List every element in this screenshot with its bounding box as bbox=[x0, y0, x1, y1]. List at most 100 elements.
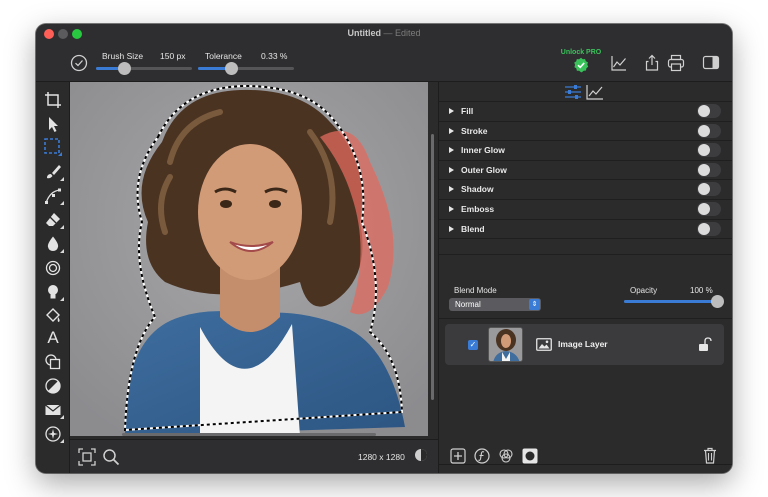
fill-bucket-tool[interactable] bbox=[42, 306, 64, 326]
mask-icon[interactable] bbox=[522, 448, 538, 464]
brush-size-label: Brush Size bbox=[102, 51, 144, 61]
print-icon[interactable] bbox=[667, 54, 685, 72]
effect-toggle-knob bbox=[698, 163, 710, 176]
tolerance-slider[interactable] bbox=[198, 62, 294, 75]
effect-label: Outer Glow bbox=[461, 164, 507, 175]
unlock-pro-button[interactable]: Unlock PRO bbox=[560, 49, 602, 78]
opacity-slider[interactable] bbox=[624, 295, 724, 308]
function-icon[interactable] bbox=[474, 448, 490, 464]
shapes-tool[interactable] bbox=[42, 352, 64, 372]
adjustments-tab-icon[interactable] bbox=[564, 84, 582, 100]
pointer-tool[interactable] bbox=[42, 114, 64, 134]
magic-tool[interactable] bbox=[42, 424, 64, 444]
effect-toggle-knob bbox=[698, 124, 710, 137]
brush-tool[interactable] bbox=[42, 162, 64, 182]
canvas-area[interactable] bbox=[70, 82, 438, 439]
brush-size-slider[interactable] bbox=[96, 62, 192, 75]
effect-label: Inner Glow bbox=[461, 145, 505, 156]
mail-tool-corner bbox=[60, 415, 64, 419]
effect-toggle[interactable] bbox=[697, 221, 721, 236]
effect-toggle[interactable] bbox=[697, 182, 721, 197]
disclosure-triangle-icon[interactable] bbox=[449, 147, 454, 154]
disclosure-triangle-icon[interactable] bbox=[449, 166, 454, 173]
disclosure-triangle-icon[interactable] bbox=[449, 127, 454, 134]
blur-tool[interactable] bbox=[42, 258, 64, 278]
image-layer-icon bbox=[536, 338, 552, 351]
disclosure-triangle-icon[interactable] bbox=[449, 108, 454, 114]
add-layer-icon[interactable] bbox=[450, 448, 466, 464]
text-icon: A bbox=[47, 328, 59, 347]
sidebar-toggle-icon[interactable] bbox=[702, 54, 720, 72]
effect-label: Blend bbox=[461, 223, 485, 234]
marquee-select-icon bbox=[44, 138, 62, 156]
effect-toggle[interactable] bbox=[697, 104, 721, 118]
top-toolbar: Brush Size 150 px Tolerance 0.33 % Unloc… bbox=[36, 44, 732, 82]
effect-row-fill[interactable]: Fill bbox=[439, 102, 732, 122]
canvas-horizontal-scrollbar[interactable] bbox=[122, 433, 376, 436]
effect-toggle-knob bbox=[698, 203, 710, 215]
effect-toggle[interactable] bbox=[697, 162, 721, 177]
tolerance-slider-knob[interactable] bbox=[225, 62, 239, 75]
left-eye bbox=[220, 200, 232, 208]
done-check-icon[interactable] bbox=[70, 54, 88, 72]
eraser-tool-corner bbox=[60, 225, 64, 229]
effect-toggle[interactable] bbox=[697, 123, 721, 138]
share-icon[interactable] bbox=[644, 54, 660, 72]
canvas-size-label: 1280 x 1280 bbox=[358, 452, 405, 462]
blend-circles-icon[interactable] bbox=[498, 448, 514, 464]
opacity-slider-fill bbox=[624, 300, 717, 303]
effect-row-shadow[interactable]: Shadow bbox=[439, 180, 732, 200]
effect-row-emboss[interactable]: Emboss bbox=[439, 200, 732, 220]
effect-row-stroke[interactable]: Stroke bbox=[439, 122, 732, 142]
canvas-vertical-scrollbar[interactable] bbox=[431, 134, 434, 400]
color-swatch-icon[interactable] bbox=[414, 448, 428, 462]
trash-icon[interactable] bbox=[703, 447, 717, 464]
fit-screen-icon[interactable] bbox=[78, 448, 96, 466]
app-content: Brush Size 150 px Tolerance 0.33 % Unloc… bbox=[36, 24, 732, 473]
disclosure-triangle-icon[interactable] bbox=[449, 225, 454, 232]
unlock-icon[interactable] bbox=[698, 337, 712, 352]
canvas-image[interactable] bbox=[70, 82, 438, 439]
right-eye bbox=[269, 200, 281, 208]
layer-thumbnail-image bbox=[489, 328, 522, 361]
brush-tool-corner bbox=[60, 177, 64, 181]
layer-visibility-checkbox[interactable]: ✓ bbox=[468, 340, 478, 350]
adjust-tool[interactable] bbox=[42, 376, 64, 396]
adjust-icon bbox=[45, 378, 61, 394]
histogram-tab-icon[interactable] bbox=[586, 84, 604, 100]
mail-tool[interactable] bbox=[42, 400, 64, 420]
effect-toggle[interactable] bbox=[697, 202, 721, 216]
verified-badge-icon bbox=[574, 57, 589, 73]
lightbulb-tool[interactable] bbox=[42, 282, 64, 302]
layer-row[interactable]: ✓ Image Layer bbox=[445, 324, 724, 365]
layer-name: Image Layer bbox=[558, 339, 608, 349]
disclosure-triangle-icon[interactable] bbox=[449, 186, 454, 193]
blend-mode-value: Normal bbox=[455, 300, 481, 309]
zoom-icon[interactable] bbox=[102, 448, 120, 466]
chart-icon[interactable] bbox=[610, 54, 628, 72]
text-tool[interactable]: A bbox=[42, 328, 64, 348]
effect-toggle[interactable] bbox=[697, 143, 721, 158]
effect-label: Fill bbox=[461, 106, 474, 116]
effect-label: Emboss bbox=[461, 204, 495, 214]
blend-mode-select[interactable]: Normal ⇕ bbox=[449, 298, 541, 311]
effect-toggle-knob bbox=[698, 144, 710, 157]
brush-size-value: 150 px bbox=[160, 51, 186, 61]
effect-row-inner-glow[interactable]: Inner Glow bbox=[439, 141, 732, 161]
effect-row-outer-glow[interactable]: Outer Glow bbox=[439, 161, 732, 181]
crop-icon bbox=[45, 92, 61, 108]
marquee-select-tool[interactable] bbox=[42, 137, 64, 157]
crop-tool[interactable] bbox=[42, 90, 64, 110]
effect-row-blend[interactable]: Blend bbox=[439, 220, 732, 240]
disclosure-triangle-icon[interactable] bbox=[449, 206, 454, 212]
brush-size-slider-knob[interactable] bbox=[118, 62, 132, 75]
drop-tool[interactable] bbox=[42, 234, 64, 254]
eraser-tool[interactable] bbox=[42, 210, 64, 230]
opacity-slider-knob[interactable] bbox=[710, 295, 724, 308]
effect-toggle-knob bbox=[698, 222, 710, 235]
pen-tool[interactable] bbox=[42, 186, 64, 206]
blur-circle-icon bbox=[45, 260, 61, 276]
drop-tool-corner bbox=[60, 249, 64, 253]
layers-divider bbox=[439, 318, 732, 319]
tolerance-value: 0.33 % bbox=[261, 51, 288, 61]
